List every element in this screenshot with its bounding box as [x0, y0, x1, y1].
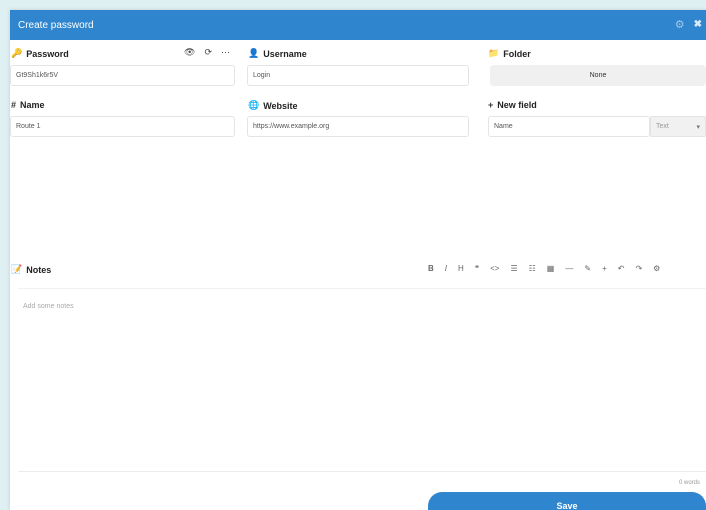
folder-label: 📁 Folder: [488, 48, 531, 59]
bold-icon[interactable]: B: [428, 264, 434, 273]
note-icon: 📝: [11, 264, 23, 274]
name-field[interactable]: Route 1: [10, 116, 235, 137]
more-options-icon[interactable]: ⋯: [221, 47, 230, 58]
refresh-icon[interactable]: ⟳: [204, 47, 212, 58]
website-label: 🌐 Website: [248, 100, 298, 111]
notes-label-text: Notes: [26, 264, 52, 275]
code-icon[interactable]: <>: [490, 264, 499, 273]
password-actions: 👁 ⟳ ⋯: [184, 47, 230, 58]
notes-label: 📝 Notes: [11, 264, 51, 275]
horizontal-rule-icon[interactable]: —: [565, 264, 573, 273]
unordered-list-icon[interactable]: ☰: [510, 264, 517, 273]
ordered-list-icon[interactable]: ☷: [529, 264, 536, 273]
new-field-label-text: New field: [497, 100, 537, 110]
title-bar: Create password ⚙ ✖: [10, 10, 706, 40]
chevron-down-icon: ▾: [696, 123, 700, 131]
hash-icon: #: [11, 100, 17, 110]
save-button[interactable]: Save: [428, 492, 706, 510]
plus-icon: +: [488, 100, 494, 110]
website-field[interactable]: https://www.example.org: [247, 116, 469, 137]
word-count: 0 words: [678, 480, 700, 486]
notes-toolbar: B I H ❝ <> ☰ ☷ ▦ — ✎ + ↶ ↷ ⚙: [428, 264, 660, 273]
username-label-text: Username: [263, 48, 307, 59]
eye-icon[interactable]: 👁: [184, 47, 195, 58]
close-icon[interactable]: ✖: [694, 20, 702, 30]
folder-label-text: Folder: [503, 48, 531, 59]
notes-placeholder: Add some notes: [23, 303, 74, 310]
add-icon[interactable]: +: [602, 264, 607, 273]
website-label-text: Website: [263, 100, 298, 111]
password-label-text: Password: [26, 48, 69, 59]
table-icon[interactable]: ▦: [547, 264, 555, 273]
name-label-text: Name: [20, 100, 45, 110]
new-field-type-value: Text: [656, 123, 669, 130]
quote-icon[interactable]: ❝: [475, 264, 479, 273]
name-label: # Name: [11, 100, 45, 110]
globe-icon: 🌐: [248, 100, 260, 110]
settings-icon[interactable]: ⚙: [653, 264, 660, 273]
create-password-dialog: Create password ⚙ ✖ 🔑 Password 👁 ⟳ ⋯ Gt9…: [10, 10, 706, 510]
edit-icon[interactable]: ✎: [584, 264, 591, 273]
gear-icon[interactable]: ⚙: [675, 19, 685, 31]
new-field-type-select[interactable]: Text ▾: [650, 116, 706, 137]
heading-icon[interactable]: H: [458, 264, 464, 273]
italic-icon[interactable]: I: [445, 264, 447, 273]
folder-select-button[interactable]: None: [490, 65, 706, 86]
undo-icon[interactable]: ↶: [618, 264, 625, 273]
password-field[interactable]: Gt9Sh1k6r5V: [10, 65, 235, 86]
title-controls: ⚙ ✖: [675, 10, 702, 40]
username-label: 👤 Username: [248, 48, 307, 59]
dialog-title: Create password: [18, 19, 94, 31]
key-icon: 🔑: [11, 48, 23, 58]
folder-icon: 📁: [488, 48, 500, 58]
notes-editor[interactable]: Add some notes: [18, 288, 706, 472]
redo-icon[interactable]: ↷: [635, 264, 642, 273]
username-field[interactable]: Login: [247, 65, 469, 86]
password-label: 🔑 Password: [11, 48, 69, 59]
new-field-name-input[interactable]: Name: [488, 116, 650, 137]
new-field-label: + New field: [488, 100, 537, 110]
user-icon: 👤: [248, 48, 260, 58]
